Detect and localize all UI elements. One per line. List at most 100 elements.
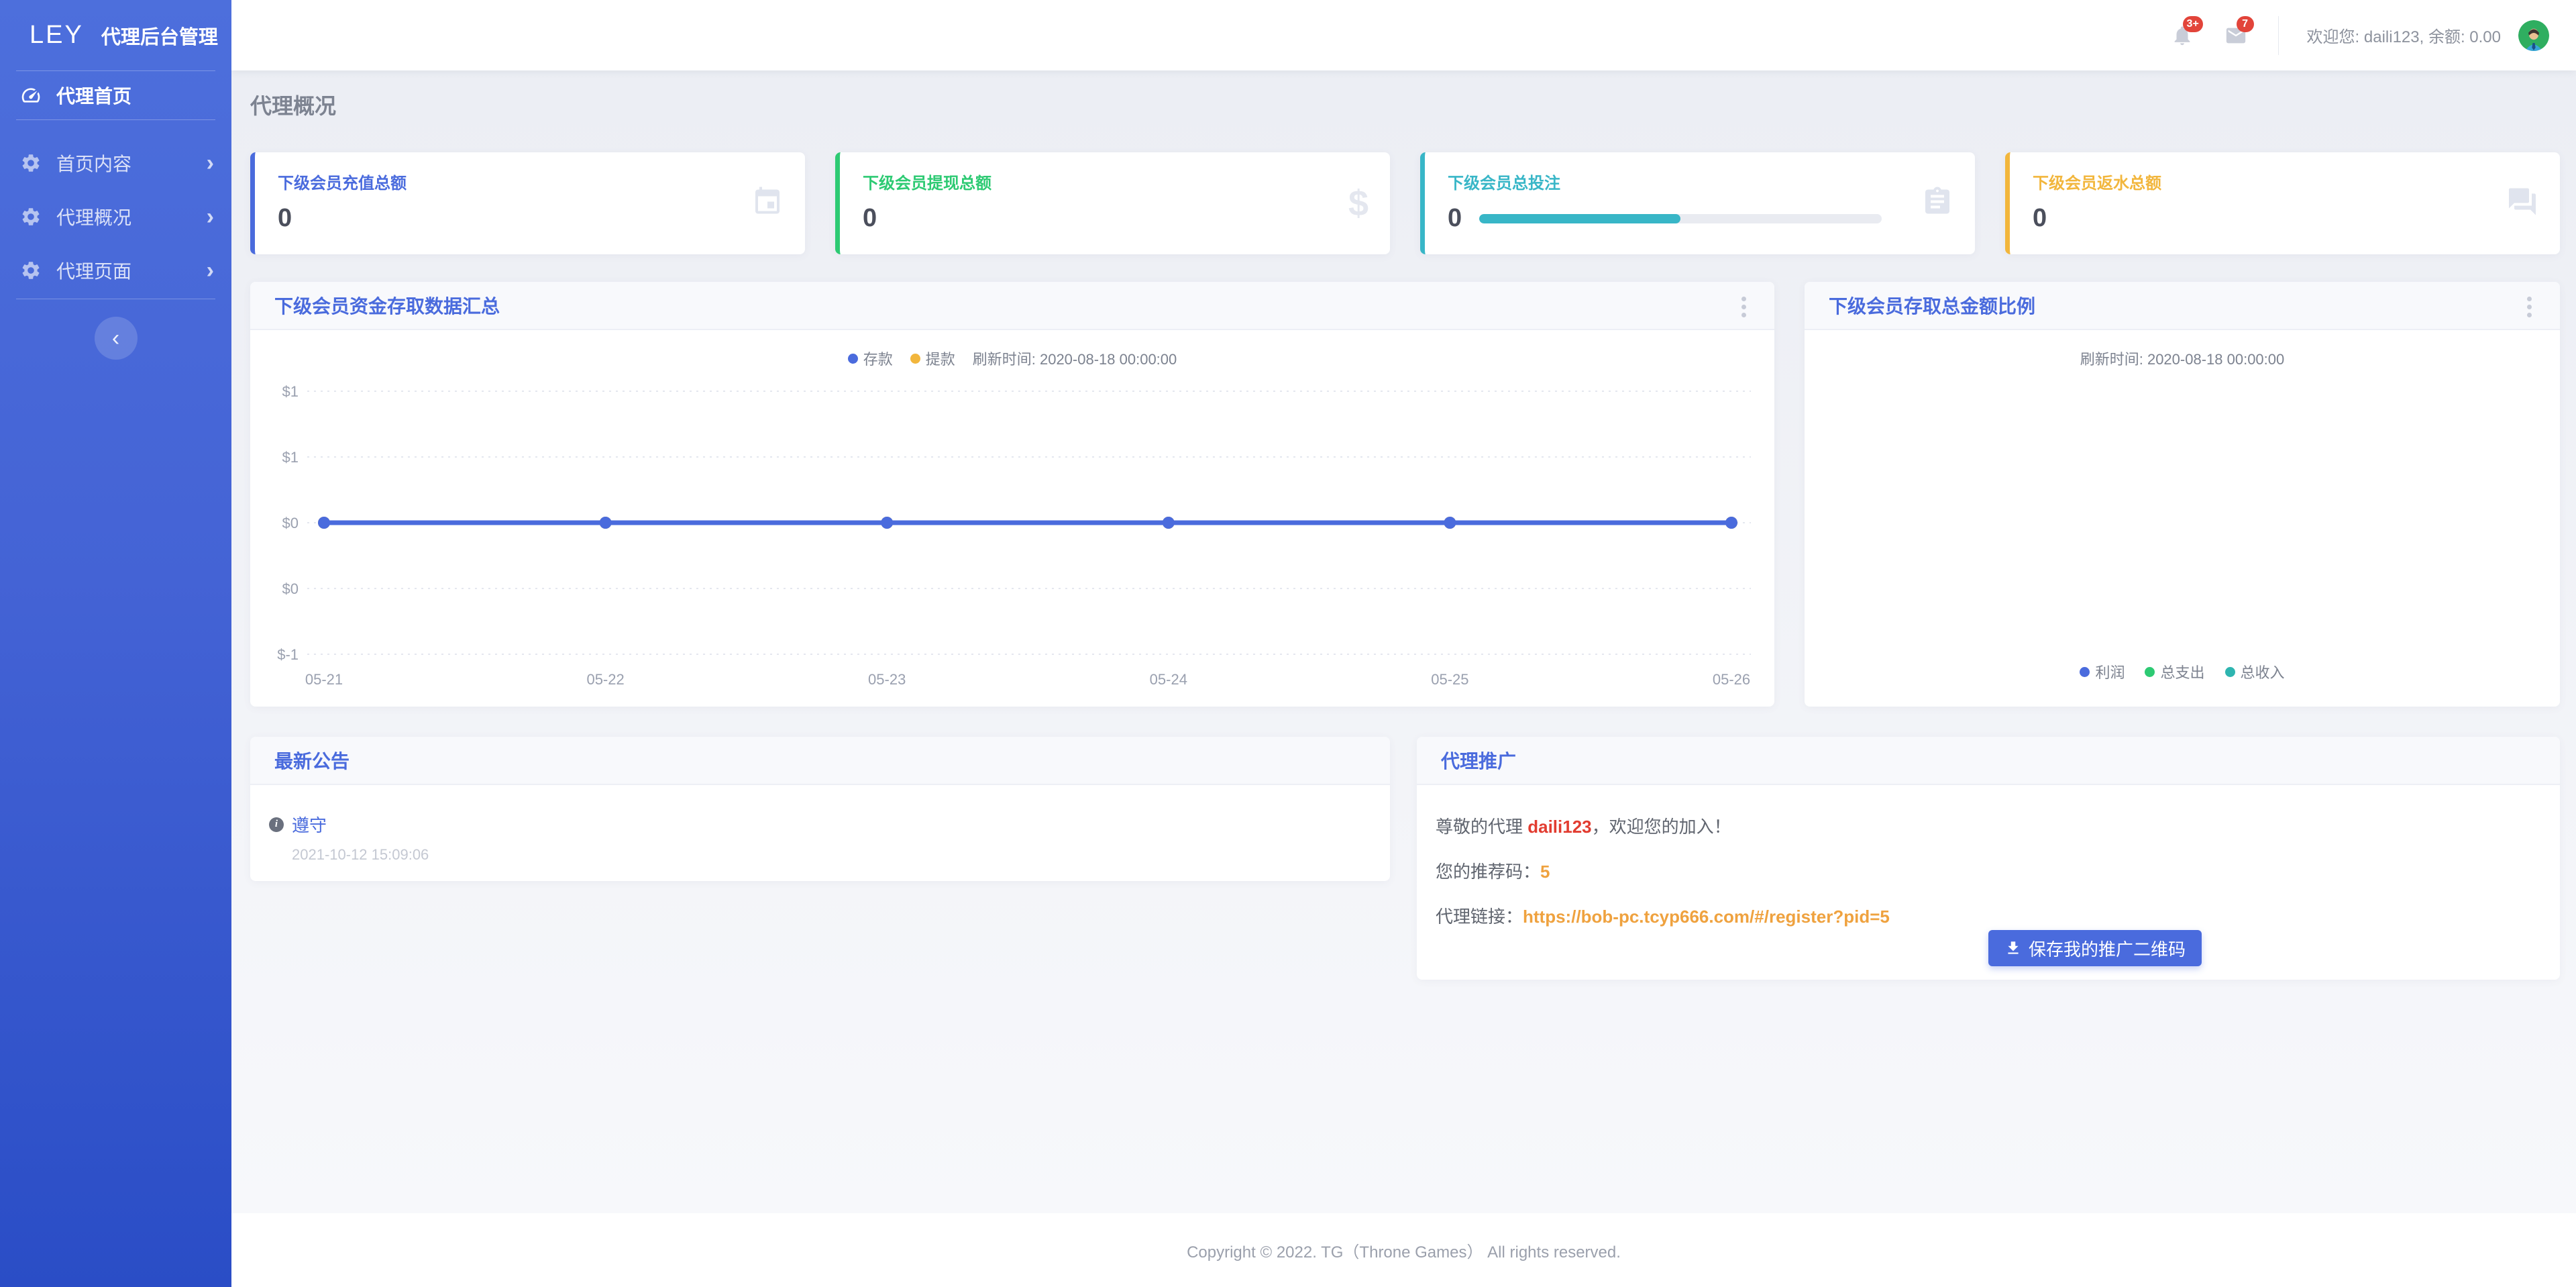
stat-card-rebate-total: 下级会员返水总额 0: [2005, 152, 2560, 254]
agent-registration-link[interactable]: https://bob-pc.tcyp666.com/#/register?pi…: [1523, 907, 1890, 927]
footer: Copyright © 2022. TG（Throne Games） All r…: [231, 1213, 2576, 1287]
svg-text:05-22: 05-22: [586, 671, 624, 688]
svg-text:05-25: 05-25: [1431, 671, 1468, 688]
sidebar-item-label: 代理概况: [56, 203, 131, 230]
stat-value: 0: [1448, 204, 1462, 233]
bell-badge: 3+: [2183, 16, 2203, 32]
kebab-menu-icon[interactable]: [2524, 294, 2534, 320]
bets-progress-fill: [1479, 214, 1680, 223]
agent-name: daili123: [1527, 817, 1591, 837]
mail-badge: 7: [2237, 16, 2254, 32]
refresh-time: 刷新时间: 2020-08-18 00:00:00: [973, 348, 1177, 369]
kebab-menu-icon[interactable]: [1739, 294, 1749, 320]
stat-value: 0: [863, 204, 877, 233]
sidebar-item-agent-pages[interactable]: 代理页面 ›: [0, 246, 231, 295]
announcements-card: 最新公告 i 遵守 2021-10-12 15:09:06: [250, 737, 1390, 881]
svg-text:$0: $0: [282, 515, 299, 531]
stat-title: 下级会员返水总额: [2033, 170, 2536, 193]
stat-title: 下级会员总投注: [1448, 170, 1951, 193]
legend-dot: [2080, 667, 2090, 677]
download-icon: [2004, 939, 2022, 957]
legend-dot: [2225, 667, 2235, 677]
chevron-left-icon: ‹: [112, 325, 119, 351]
link-label: 代理链接：: [1436, 907, 1523, 927]
chevron-right-icon: ›: [207, 150, 214, 176]
stat-card-withdraw-total: 下级会员提现总额 0 $: [835, 152, 1390, 254]
promo-greeting: 尊敬的代理 daili123，欢迎您的加入！: [1436, 813, 2560, 838]
save-qr-label: 保存我的推广二维码: [2029, 936, 2186, 961]
stat-title: 下级会员提现总额: [863, 170, 1366, 193]
svg-text:05-24: 05-24: [1150, 671, 1187, 688]
chat-bubbles-icon: [2506, 186, 2538, 218]
sidebar: LEY 代理后台管理 代理首页 首页内容 › 代理概况 › 代理页面 › ‹: [0, 0, 231, 1287]
legend-item-income[interactable]: 总收入: [2225, 661, 2285, 682]
promo-title: 代理推广: [1441, 747, 1516, 774]
legend-label: 总支出: [2160, 661, 2204, 682]
app-title: 代理后台管理: [101, 21, 218, 50]
pie-legend: 利润 总支出 总收入: [1805, 661, 2560, 682]
chart-card-title: 下级会员存取总金额比例: [1829, 292, 2035, 319]
sidebar-item-label: 代理首页: [56, 82, 131, 109]
dollar-icon: $: [1348, 185, 1368, 221]
copyright-text: Copyright © 2022. TG（Throne Games） All r…: [1187, 1239, 1621, 1262]
announcement-timestamp: 2021-10-12 15:09:06: [292, 846, 1390, 864]
legend-item-profit[interactable]: 利润: [2080, 661, 2125, 682]
svg-text:$1: $1: [282, 449, 299, 466]
legend-item-deposit[interactable]: 存款: [848, 348, 893, 369]
svg-text:$-1: $-1: [277, 646, 299, 663]
legend-dot: [848, 354, 858, 364]
legend-item-expense[interactable]: 总支出: [2145, 661, 2204, 682]
save-qr-button[interactable]: 保存我的推广二维码: [1988, 930, 2202, 966]
sidebar-item-home-content[interactable]: 首页内容 ›: [0, 139, 231, 187]
bets-progress-bar: [1479, 214, 1882, 223]
legend-label: 存款: [863, 348, 893, 369]
sidebar-item-agent-home[interactable]: 代理首页: [0, 71, 231, 119]
notifications-bell-button[interactable]: 3+: [2171, 24, 2194, 47]
announcements-title: 最新公告: [274, 747, 350, 774]
announcement-link[interactable]: 遵守: [292, 812, 327, 837]
legend-item-withdraw[interactable]: 提款: [910, 348, 955, 369]
gear-icon: [20, 206, 42, 227]
svg-text:05-21: 05-21: [305, 671, 343, 688]
sidebar-collapse-button[interactable]: ‹: [95, 317, 138, 360]
agent-promo-card: 代理推广 尊敬的代理 daili123，欢迎您的加入！ 您的推荐码：5 代理链接…: [1417, 737, 2560, 980]
referral-code: 5: [1540, 862, 1550, 882]
user-avatar[interactable]: [2518, 20, 2549, 51]
sidebar-item-label: 首页内容: [56, 150, 131, 176]
legend-dot: [910, 354, 920, 364]
gear-icon: [20, 152, 42, 174]
legend-label: 提款: [926, 348, 955, 369]
topbar-divider: [2278, 16, 2279, 55]
chevron-right-icon: ›: [207, 258, 214, 284]
svg-text:$0: $0: [282, 580, 299, 597]
info-icon: i: [269, 817, 284, 832]
svg-text:05-23: 05-23: [868, 671, 906, 688]
chart-card-title: 下级会员资金存取数据汇总: [274, 292, 500, 319]
deposit-ratio-card: 下级会员存取总金额比例 刷新时间: 2020-08-18 00:00:00 利润…: [1805, 282, 2560, 707]
clipboard-icon: [1921, 186, 1953, 218]
stat-value: 0: [2033, 204, 2047, 233]
code-label: 您的推荐码：: [1436, 862, 1540, 882]
greeting-prefix: 尊敬的代理: [1436, 817, 1527, 837]
chart-legend: 存款 提款 刷新时间: 2020-08-18 00:00:00: [250, 348, 1774, 369]
refresh-time: 刷新时间: 2020-08-18 00:00:00: [2080, 348, 2285, 369]
sidebar-item-label: 代理页面: [56, 257, 131, 284]
stat-value: 0: [278, 204, 292, 233]
chevron-right-icon: ›: [207, 204, 214, 230]
svg-text:05-26: 05-26: [1713, 671, 1750, 688]
gear-icon: [20, 260, 42, 281]
messages-button[interactable]: 7: [2224, 24, 2247, 47]
logo-mark: LEY: [30, 21, 84, 50]
topbar: 3+ 7 欢迎您: daili123, 余额: 0.00: [231, 0, 2576, 70]
stat-title: 下级会员充值总额: [278, 170, 781, 193]
promo-link-line: 代理链接：https://bob-pc.tcyp666.com/#/regist…: [1436, 903, 2560, 928]
greeting-suffix: ，欢迎您的加入！: [1592, 817, 1731, 837]
legend-dot: [2145, 667, 2155, 677]
stat-card-recharge-total: 下级会员充值总额 0: [250, 152, 805, 254]
avatar-image: [2518, 20, 2549, 51]
sidebar-item-agent-overview[interactable]: 代理概况 ›: [0, 193, 231, 241]
stat-card-total-bets: 下级会员总投注 0: [1420, 152, 1975, 254]
promo-code-line: 您的推荐码：5: [1436, 858, 2560, 883]
page-title: 代理概况: [250, 89, 336, 120]
app-logo: LEY 代理后台管理: [0, 0, 231, 70]
